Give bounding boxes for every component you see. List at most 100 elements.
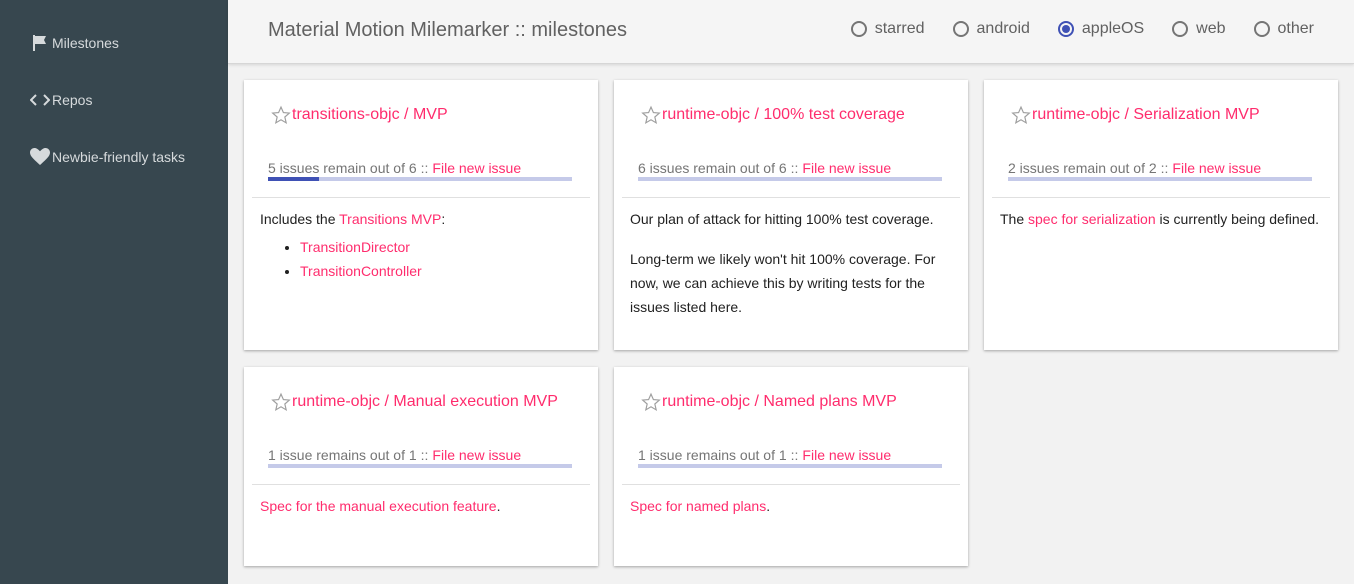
separator: ::: [1160, 160, 1169, 176]
progress-bar: [638, 464, 942, 468]
progress-bar: [1008, 177, 1312, 181]
transitions-mvp-link[interactable]: Transitions MVP: [339, 211, 441, 227]
description-text: Spec for named plans.: [630, 494, 954, 518]
separator: ::: [420, 160, 429, 176]
radio-label: web: [1196, 20, 1226, 37]
description-text: Includes the Transitions MVP:: [260, 207, 584, 231]
milestone-link[interactable]: runtime-objc / Manual execution MVP: [292, 393, 558, 411]
card-description: Our plan of attack for hitting 100% test…: [630, 207, 954, 335]
milestone-card: runtime-objc / Named plans MVP 1 issue r…: [614, 367, 968, 566]
manual-execution-spec-link[interactable]: Spec for the manual execution feature: [260, 498, 497, 514]
card-description: Spec for named plans.: [630, 494, 954, 534]
description-text: The spec for serialization is currently …: [1000, 207, 1324, 231]
card-title: runtime-objc / 100% test coverage: [640, 104, 905, 126]
filter-other[interactable]: other: [1253, 20, 1314, 38]
progress-text: 1 issue remains out of 1:: File new issue: [638, 447, 891, 463]
text: is currently being defined.: [1155, 211, 1320, 227]
issues-remaining: 5 issues remain out of 6: [268, 160, 417, 176]
radio-label: appleOS: [1081, 20, 1145, 37]
header: Material Motion Milemarker :: milestones…: [228, 0, 1354, 64]
issues-remaining: 2 issues remain out of 2: [1008, 160, 1157, 176]
sidebar-item-milestones[interactable]: Milestones: [30, 32, 119, 54]
milestone-link[interactable]: runtime-objc / 100% test coverage: [662, 106, 905, 124]
radio-button[interactable]: [1253, 21, 1270, 37]
star-icon[interactable]: [270, 391, 292, 413]
platform-filter: starred android appleOS web other: [823, 20, 1314, 38]
progress-bar: [268, 177, 572, 181]
separator: ::: [790, 447, 799, 463]
sidebar-item-newbie-friendly-tasks[interactable]: Newbie-friendly tasks: [30, 146, 185, 168]
radio-label: other: [1277, 20, 1314, 37]
progress-text: 1 issue remains out of 1:: File new issue: [268, 447, 521, 463]
description-text: Our plan of attack for hitting 100% test…: [630, 211, 934, 227]
card-description: Includes the Transitions MVP: Transition…: [260, 207, 584, 283]
heart-icon: [30, 147, 50, 167]
card-title: runtime-objc / Manual execution MVP: [270, 391, 558, 413]
sidebar-item-repos[interactable]: Repos: [30, 89, 92, 111]
named-plans-spec-link[interactable]: Spec for named plans: [630, 498, 766, 514]
progress-text: 6 issues remain out of 6:: File new issue: [638, 160, 891, 176]
milestone-link[interactable]: transitions-objc / MVP: [292, 106, 448, 124]
milestone-card: runtime-objc / 100% test coverage 6 issu…: [614, 80, 968, 350]
sidebar: Milestones Repos Newbie-friendly tasks: [0, 0, 228, 584]
card-title: transitions-objc / MVP: [270, 104, 448, 126]
text: The: [1000, 211, 1029, 227]
radio-label: starred: [874, 20, 925, 37]
radio-button[interactable]: [1057, 21, 1074, 37]
progress-bar: [638, 177, 942, 181]
sidebar-item-label: Milestones: [52, 35, 119, 51]
divider: [622, 484, 960, 485]
file-new-issue-link[interactable]: File new issue: [432, 447, 521, 463]
description-text: Long-term we likely won't hit 100% cover…: [630, 251, 936, 315]
divider: [622, 197, 960, 198]
divider: [252, 197, 590, 198]
file-new-issue-link[interactable]: File new issue: [802, 160, 891, 176]
file-new-issue-link[interactable]: File new issue: [802, 447, 891, 463]
list-item: TransitionController: [300, 259, 584, 283]
sidebar-item-label: Repos: [52, 92, 93, 108]
radio-button[interactable]: [952, 21, 969, 37]
star-icon[interactable]: [1010, 104, 1032, 126]
radio-button[interactable]: [1172, 21, 1189, 37]
flag-icon: [30, 33, 50, 53]
filter-starred[interactable]: starred: [850, 20, 925, 38]
transition-director-link[interactable]: TransitionDirector: [300, 239, 410, 255]
divider: [992, 197, 1330, 198]
radio-button[interactable]: [850, 21, 867, 37]
code-icon: [30, 90, 50, 110]
milestone-link[interactable]: runtime-objc / Named plans MVP: [662, 393, 897, 411]
separator: ::: [790, 160, 799, 176]
sidebar-item-label: Newbie-friendly tasks: [52, 149, 186, 165]
issues-remaining: 1 issue remains out of 1: [638, 447, 787, 463]
star-icon[interactable]: [640, 391, 662, 413]
progress-text: 2 issues remain out of 2:: File new issue: [1008, 160, 1261, 176]
card-description: The spec for serialization is currently …: [1000, 207, 1324, 247]
milestone-link[interactable]: runtime-objc / Serialization MVP: [1032, 106, 1260, 124]
issues-remaining: 6 issues remain out of 6: [638, 160, 787, 176]
progress-bar: [268, 464, 572, 468]
serialization-spec-link[interactable]: spec for serialization: [1028, 211, 1156, 227]
divider: [252, 484, 590, 485]
radio-label: android: [976, 20, 1030, 37]
text: .: [496, 498, 501, 514]
transition-controller-link[interactable]: TransitionController: [300, 263, 422, 279]
text: .: [766, 498, 771, 514]
filter-appleos[interactable]: appleOS: [1057, 20, 1145, 38]
issues-remaining: 1 issue remains out of 1: [268, 447, 417, 463]
file-new-issue-link[interactable]: File new issue: [1172, 160, 1261, 176]
text: Includes the: [260, 211, 340, 227]
text: :: [441, 211, 446, 227]
progress-fill: [268, 177, 319, 181]
filter-android[interactable]: android: [952, 20, 1030, 38]
page-title: Material Motion Milemarker :: milestones: [268, 19, 627, 41]
star-icon[interactable]: [640, 104, 662, 126]
list-item: TransitionDirector: [300, 235, 584, 259]
separator: ::: [420, 447, 429, 463]
link-list: TransitionDirector TransitionController: [300, 235, 584, 283]
star-icon[interactable]: [270, 104, 292, 126]
filter-web[interactable]: web: [1172, 20, 1226, 38]
milestone-card: transitions-objc / MVP 5 issues remain o…: [244, 80, 598, 350]
file-new-issue-link[interactable]: File new issue: [432, 160, 521, 176]
card-title: runtime-objc / Serialization MVP: [1010, 104, 1260, 126]
description-text: Spec for the manual execution feature.: [260, 494, 584, 518]
